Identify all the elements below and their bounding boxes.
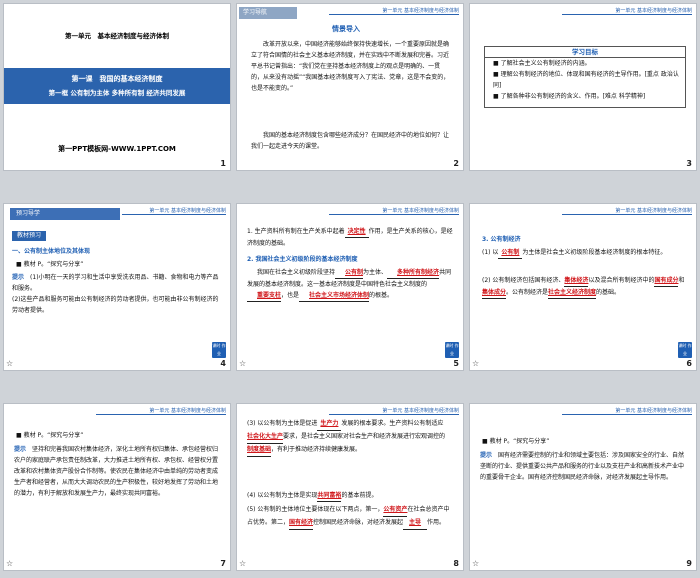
star-icon: ☆ (6, 359, 14, 368)
star-icon: ☆ (472, 559, 480, 568)
goals-title: 学习目标 (485, 47, 685, 58)
unit-title: 第一单元 基本经济制度与经济体制 (65, 32, 169, 40)
slide-thumbnail-8[interactable]: 第一单元 基本经济制度与经济体制 (3) 以公有制为主体是促进 生产力 发展的根本要… (236, 403, 464, 571)
slide-header: 第一单元 基本经济制度与经济体制 (329, 207, 459, 215)
homework-nav-button[interactable]: 课时 作业 (445, 342, 459, 358)
section-tab: 预习导学 (10, 208, 120, 220)
point-3-3: (3) 以公有制为主体是促进 生产力 发展的根本要求。生产资料公有制适应社会化大生产… (247, 418, 453, 457)
heading: 一、公有制主体地位及其体现 (12, 248, 91, 255)
footer-text: 第一PPT模板网-WWW.1PPT.COM (58, 145, 176, 153)
goal-item: ■ 了解社会主义公有制经济的内涵。 (493, 60, 591, 67)
slide-number: 9 (686, 559, 692, 568)
slide-header: 第一单元 基本经济制度与经济体制 (329, 7, 459, 15)
slide-thumbnail-1[interactable]: 第一单元 基本经济制度与经济体制 第一课 我国的基本经济制度 第一框 公有制为主… (3, 3, 231, 171)
slide-header: 第一单元 基本经济制度与经济体制 (562, 7, 692, 15)
homework-nav-button[interactable]: 课时 作业 (212, 342, 226, 358)
slide-thumbnail-7[interactable]: 第一单元 基本经济制度与经济体制 ■ 教材 P。“探究与分享” 提示 坚持和完善… (3, 403, 231, 571)
star-icon: ☆ (239, 359, 247, 368)
slide-header: 第一单元 基本经济制度与经济体制 (96, 407, 226, 415)
point-1: 1. 生产资料所有制在生产关系中起着 决定性 作用，是生产关系的核心，是经济制度的基… (247, 228, 453, 247)
slide-header: 第一单元 基本经济制度与经济体制 (122, 207, 226, 215)
star-icon: ☆ (6, 559, 14, 568)
slide-thumbnail-5[interactable]: 第一单元 基本经济制度与经济体制 1. 生产资料所有制在生产关系中起着 决定性 作用… (236, 203, 464, 371)
star-icon: ☆ (239, 559, 247, 568)
goal-item: ■ 了解各种非公有制经济的含义、作用。[难点 科学精神] (493, 93, 646, 100)
hint-text-1: 提示 (1)小明在一天的学习和生活中享受洗衣用品、书籍、食物和电力等产品和服务。 (12, 274, 219, 292)
slide-header: 第一单元 基本经济制度与经济体制 (562, 207, 692, 215)
hint-text: 提示 坚持和完善我国农村集体经济，深化土地所有权归集体、承包经营权归农户的家庭联… (14, 446, 219, 497)
star-icon: ☆ (472, 359, 480, 368)
section-title: 第一框 公有制为主体 多种所有制 经济共同发展 (48, 89, 186, 97)
question-paragraph: 我国的基本经济制度包含哪些经济成分？在国民经济中的地位如何？让我们一起走进今天的… (251, 132, 450, 150)
slide-thumbnail-4[interactable]: 预习导学 第一单元 基本经济制度与经济体制 教材预习 一、公有制主体地位及其体现… (3, 203, 231, 371)
slide-thumbnail-3[interactable]: 第一单元 基本经济制度与经济体制 学习目标 ■ 了解社会主义公有制经济的内涵。 … (469, 3, 697, 171)
title-band: 第一课 我国的基本经济制度 第一框 公有制为主体 多种所有制 经济共同发展 (4, 68, 230, 104)
point-3-heading: 3. 公有制经济 (482, 236, 521, 243)
goal-item: ■ 理解公有制经济的地位、体现和国有经济的主导作用。[重点 政治认同] (493, 71, 679, 89)
slide-title: 情景导入 (332, 25, 360, 33)
hint-text-2: (2)这些产品和服务可能由公有制经济的劳动者提供，也可能由非公有制经济的劳动者提… (12, 296, 219, 314)
point-2-heading: 2. 我国社会主义初级阶段的基本经济制度 (247, 256, 358, 263)
slide-thumbnail-6[interactable]: 第一单元 基本经济制度与经济体制 3. 公有制经济 (1) 以公有制 为主体是社会… (469, 203, 697, 371)
slide-number: 4 (220, 359, 226, 368)
goals-box: 学习目标 ■ 了解社会主义公有制经济的内涵。 ■ 理解公有制经济的地位、体现和国… (484, 46, 686, 108)
textbook-ref: ■ 教材 P。“探究与分享” (482, 438, 550, 445)
slide-number: 8 (453, 559, 459, 568)
point-2-body: 我国在社会主义初级阶段坚持 公有制为主体、 多种所有制经济共同发展的基本经济制度。这… (247, 267, 453, 302)
point-3-5: (5) 公有制的主体地位主要体现在以下两点，第一，公有资产在社会总资产中占优势。… (247, 504, 453, 530)
point-3-1: (1) 以公有制 为主体是社会主义初级阶段基本经济制度的根本特征。 (482, 247, 686, 259)
slide-number: 5 (453, 359, 459, 368)
slide-number: 6 (686, 359, 692, 368)
slide-number: 2 (453, 159, 459, 168)
textbook-ref: ■ 教材 P。“探究与分享” (16, 432, 84, 439)
slide-header: 第一单元 基本经济制度与经济体制 (562, 407, 692, 415)
sub-tab: 教材预习 (12, 231, 46, 241)
intro-paragraph: 改革开放以来，中国经济能够始终保持快速增长，一个重要原因就是确立了符合国情的社会… (251, 41, 450, 92)
section-tab: 学习导航 (239, 7, 297, 19)
point-3-4: (4) 以公有制为主体是实现共同富裕的基本前提。 (247, 490, 453, 502)
lesson-title: 第一课 我国的基本经济制度 (71, 75, 163, 83)
slide-thumbnail-9[interactable]: 第一单元 基本经济制度与经济体制 ■ 教材 P。“探究与分享” 提示 国有经济需… (469, 403, 697, 571)
hint-text: 提示 国有经济需要控制的行业和领域主要包括：涉及国家安全的行业、自然垄断的行业、… (480, 452, 685, 481)
slide-header: 第一单元 基本经济制度与经济体制 (329, 407, 459, 415)
textbook-ref: ■ 教材 P。“探究与分享” (16, 261, 84, 268)
point-3-2: (2) 公有制经济包括国有经济、集体经济以及混合所有制经济中的国有成分和集体成分… (482, 275, 686, 299)
homework-nav-button[interactable]: 课时 作业 (678, 342, 692, 358)
slide-number: 1 (220, 159, 226, 168)
slide-number: 3 (686, 159, 692, 168)
slide-thumbnail-2[interactable]: 学习导航 第一单元 基本经济制度与经济体制 情景导入 改革开放以来，中国经济能够… (236, 3, 464, 171)
slide-number: 7 (220, 559, 226, 568)
